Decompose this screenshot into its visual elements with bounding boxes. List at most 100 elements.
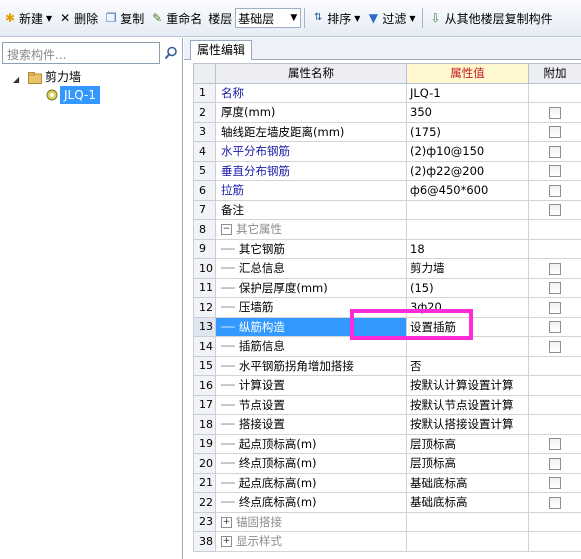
table-row[interactable]: 17 ── 节点设置 按默认节点设置计算	[193, 394, 581, 415]
extra-checkbox[interactable]	[549, 457, 561, 470]
table-row[interactable]: 12 ── 压墙筋 3ф20	[193, 297, 581, 318]
table-row[interactable]: 10 ── 汇总信息 剪力墙	[193, 258, 581, 279]
table-row[interactable]: 2 厚度(mm) 350	[193, 102, 581, 123]
row-number: 18	[193, 414, 216, 435]
new-button[interactable]: ✱ 新建 ▼	[0, 7, 55, 29]
row-number: 5	[193, 160, 216, 181]
extra-checkbox[interactable]	[549, 282, 561, 295]
table-row[interactable]: 19 ── 起点顶标高(m) 层顶标高	[193, 433, 581, 454]
table-row-selected[interactable]: 13 ── 纵筋构造 设置插筋	[193, 316, 581, 337]
table-row-group-anchorage[interactable]: 23 + 锚固搭接	[193, 511, 581, 532]
extra-cell	[528, 531, 581, 552]
property-name-cell: + 显示样式	[215, 531, 407, 552]
table-row[interactable]: 11 ── 保护层厚度(mm) (15)	[193, 277, 581, 298]
property-value[interactable]: ф6@450*600	[406, 180, 529, 201]
property-value[interactable]: 层顶标高	[406, 433, 529, 454]
table-row[interactable]: 3 轴线距左墙皮距离(mm) (175)	[193, 121, 581, 142]
table-row[interactable]: 5 垂直分布钢筋 (2)ф22@200	[193, 160, 581, 181]
property-value[interactable]: 3ф20	[406, 297, 529, 318]
collapse-minus-icon[interactable]: −	[221, 224, 232, 236]
table-row[interactable]: 21 ── 起点底标高(m) 基础底标高	[193, 472, 581, 493]
extra-checkbox[interactable]	[549, 477, 561, 490]
extra-checkbox[interactable]	[549, 165, 561, 178]
table-row[interactable]: 6 拉筋 ф6@450*600	[193, 180, 581, 201]
copy-button[interactable]: ❐ 复制	[101, 7, 147, 29]
extra-cell	[528, 102, 581, 123]
search-input[interactable]: 搜索构件...	[2, 42, 160, 64]
extra-cell	[528, 199, 581, 220]
property-name: 名称	[215, 82, 407, 103]
tree-line: ──	[221, 456, 235, 471]
property-name: 搭接设置	[238, 417, 285, 432]
property-value[interactable]: 层顶标高	[406, 453, 529, 474]
search-button[interactable]	[161, 42, 181, 64]
extra-checkbox[interactable]	[549, 204, 561, 217]
extra-checkbox[interactable]	[549, 145, 561, 158]
copy-from-floor-button[interactable]: ⇩ 从其他楼层复制构件	[426, 7, 556, 29]
property-value[interactable]: 按默认搭接设置计算	[406, 414, 529, 435]
tree-node-jlq-1[interactable]: JLQ-1	[0, 86, 182, 104]
property-value[interactable]: (175)	[406, 121, 529, 142]
rename-button[interactable]: ✎ 重命名	[147, 7, 205, 29]
table-row[interactable]: 4 水平分布钢筋 (2)ф10@150	[193, 141, 581, 162]
tree-line: ──	[221, 475, 235, 490]
property-value[interactable]: 按默认节点设置计算	[406, 394, 529, 415]
property-value[interactable]: 按默认计算设置计算	[406, 375, 529, 396]
table-row-group-display[interactable]: 38 + 显示样式	[193, 531, 581, 552]
property-value	[406, 531, 529, 552]
extra-checkbox[interactable]	[549, 438, 561, 451]
extra-checkbox[interactable]	[549, 301, 561, 314]
extra-checkbox[interactable]	[549, 340, 561, 353]
property-value[interactable]	[406, 199, 529, 220]
floor-select[interactable]: 基础层 ▼	[235, 8, 302, 28]
row-number: 2	[193, 102, 216, 123]
extra-checkbox[interactable]	[549, 262, 561, 275]
extra-cell	[528, 121, 581, 142]
property-value[interactable]: 350	[406, 102, 529, 123]
property-value[interactable]: 剪力墙	[406, 258, 529, 279]
floor-label: 楼层	[208, 11, 233, 26]
tree-node-shear-wall[interactable]: ◢ 剪力墙	[0, 68, 182, 86]
table-row[interactable]: 9 ── 其它钢筋 18	[193, 238, 581, 259]
property-value[interactable]: (15)	[406, 277, 529, 298]
table-row[interactable]: 20 ── 终点顶标高(m) 层顶标高	[193, 453, 581, 474]
extra-checkbox[interactable]	[549, 321, 561, 334]
filter-button[interactable]: ▼ 过滤 ▼	[363, 7, 418, 29]
table-row[interactable]: 18 ── 搭接设置 按默认搭接设置计算	[193, 414, 581, 435]
table-row[interactable]: 16 ── 计算设置 按默认计算设置计算	[193, 375, 581, 396]
extra-checkbox[interactable]	[549, 496, 561, 509]
property-name: 起点底标高(m)	[238, 475, 317, 490]
property-value[interactable]: (2)ф10@150	[406, 141, 529, 162]
chevron-down-icon: ▼	[290, 13, 298, 23]
extra-cell	[528, 277, 581, 298]
sort-button[interactable]: ⇅ 排序 ▼	[308, 7, 363, 29]
rename-icon: ✎	[152, 11, 163, 25]
table-row[interactable]: 1 名称 JLQ-1	[193, 82, 581, 103]
table-row-group-other[interactable]: 8 − 其它属性	[193, 219, 581, 240]
extra-checkbox[interactable]	[549, 184, 561, 197]
table-row[interactable]: 14 ── 插筋信息	[193, 336, 581, 357]
property-value[interactable]: 否	[406, 355, 529, 376]
property-value[interactable]: (2)ф22@200	[406, 160, 529, 181]
search-icon	[164, 46, 177, 60]
table-row[interactable]: 22 ── 终点底标高(m) 基础底标高	[193, 492, 581, 513]
property-value[interactable]	[406, 336, 529, 357]
extra-checkbox[interactable]	[549, 126, 561, 139]
property-value[interactable]: 基础底标高	[406, 472, 529, 493]
expand-plus-icon[interactable]: +	[221, 536, 232, 548]
delete-button[interactable]: ✕ 删除	[55, 7, 101, 29]
expand-plus-icon[interactable]: +	[221, 516, 232, 528]
sort-label: 排序	[327, 11, 352, 26]
new-label: 新建	[19, 11, 44, 26]
property-value[interactable]: 基础底标高	[406, 492, 529, 513]
extra-checkbox[interactable]	[549, 106, 561, 119]
property-value[interactable]: 设置插筋	[406, 316, 529, 337]
table-row[interactable]: 15 ── 水平钢筋拐角增加搭接 否	[193, 355, 581, 376]
property-name-cell: ── 起点顶标高(m)	[215, 433, 407, 454]
extra-cell	[528, 219, 581, 240]
property-value[interactable]: JLQ-1	[406, 82, 529, 103]
tab-property-edit[interactable]: 属性编辑	[190, 40, 253, 60]
property-value[interactable]: 18	[406, 238, 529, 259]
table-row[interactable]: 7 备注	[193, 199, 581, 220]
extra-cell	[528, 180, 581, 201]
